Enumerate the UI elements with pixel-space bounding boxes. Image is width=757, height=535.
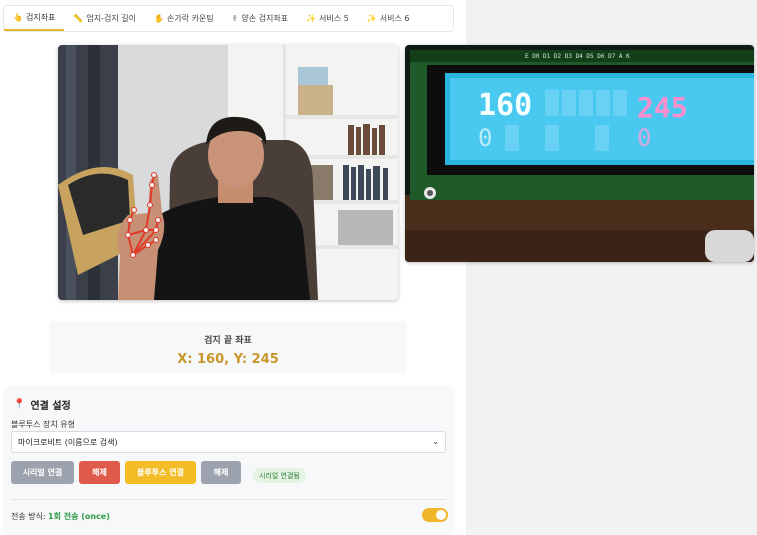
serial-connect-button[interactable]: 시리얼 연결 — [11, 461, 74, 484]
toggle-knob — [436, 510, 446, 520]
lcd-x-value: 160 — [478, 88, 532, 123]
connection-settings-panel: 📍 연결 설정 블루투스 장치 유형 마이크로비트 (이름으로 검색) ⌄ 시리… — [3, 386, 454, 535]
settings-title: 📍 연결 설정 — [13, 397, 71, 412]
transmit-mode-toggle[interactable] — [422, 508, 448, 522]
lcd-zero-left: 0 — [478, 124, 492, 152]
serial-disconnect-button[interactable]: 해제 — [79, 461, 120, 484]
tab-service-6[interactable]: ✨ 서비스 6 — [358, 6, 419, 31]
bluetooth-disconnect-button[interactable]: 해제 — [201, 461, 241, 484]
camera-scene-image — [58, 45, 398, 300]
lcd-pin-labels: E D0 D1 D2 D3 D4 D5 D6 D7 A K — [525, 53, 630, 60]
tab-both-hands-index[interactable]: ✌ 양손 검지좌표 — [223, 6, 297, 31]
tab-label: 서비스 5 — [319, 14, 349, 23]
tab-label: 검지좌표 — [25, 13, 56, 22]
coordinate-value: X: 160, Y: 245 — [177, 352, 279, 367]
ruler-icon: 📏 — [73, 14, 84, 23]
chevron-down-icon: ⌄ — [432, 437, 439, 446]
pointing-hand-icon: 👆 — [13, 13, 23, 22]
tab-label: 양손 검지좌표 — [241, 14, 289, 23]
sparkle-icon: ✨ — [366, 14, 377, 23]
pin-icon: 📍 — [13, 399, 26, 410]
transmit-mode-value: 1회 전송 (once) — [48, 512, 110, 521]
lcd-display-photo: E D0 D1 D2 D3 D4 D5 D6 D7 A K 160 245 0 … — [405, 45, 754, 262]
divider — [11, 499, 446, 500]
lcd-scene-image: E D0 D1 D2 D3 D4 D5 D6 D7 A K 160 245 0 … — [405, 45, 754, 262]
service-tabs: 👆 검지좌표 📏 엄지-검지 길이 ✋ 손가락 카운팅 ✌ 양손 검지좌표 ✨ … — [3, 5, 454, 32]
lcd-y-value: 245 — [637, 91, 688, 124]
hand-icon: ✋ — [153, 14, 164, 23]
bluetooth-connect-button[interactable]: 블루투스 연결 — [125, 461, 196, 484]
device-type-selected: 마이크로비트 (이름으로 검색) — [18, 437, 118, 447]
device-type-label: 블루투스 장치 유형 — [11, 420, 75, 429]
tab-label: 엄지-검지 길이 — [86, 14, 136, 23]
settings-title-text: 연결 설정 — [30, 401, 71, 412]
coordinate-card: 검지 끝 좌표 X: 160, Y: 245 — [49, 321, 407, 373]
connection-status-badge: 시리얼 연결됨 — [253, 468, 306, 483]
tab-service-5[interactable]: ✨ 서비스 5 — [297, 6, 358, 31]
tab-finger-counting[interactable]: ✋ 손가락 카운팅 — [145, 6, 223, 31]
sparkle-icon: ✨ — [306, 14, 317, 23]
camera-feed — [58, 45, 398, 300]
tab-index-coordinate[interactable]: 👆 검지좌표 — [4, 6, 65, 31]
victory-hand-icon: ✌ — [231, 14, 239, 23]
transmit-mode-label: 전송 방식: — [11, 512, 46, 521]
tab-thumb-index-length[interactable]: 📏 엄지-검지 길이 — [64, 6, 145, 31]
device-type-select[interactable]: 마이크로비트 (이름으로 검색) ⌄ — [11, 431, 446, 453]
lcd-zero-right: 0 — [637, 124, 651, 152]
coordinate-label: 검지 끝 좌표 — [204, 336, 252, 346]
tab-label: 서비스 6 — [379, 14, 410, 23]
tab-label: 손가락 카운팅 — [166, 14, 214, 23]
